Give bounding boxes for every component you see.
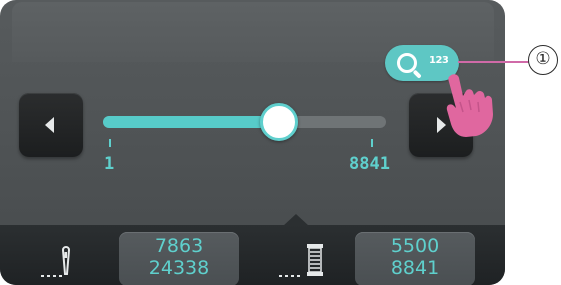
thread-current: 5500 <box>390 235 440 257</box>
thread-counter: 5500 8841 <box>355 232 475 285</box>
slider-min-tick <box>109 139 111 147</box>
slider-max-tick <box>371 139 373 147</box>
embroidery-screen: 1 8841 123 7863 24338 5500 8841 <box>0 0 505 285</box>
thread-spool-icon <box>279 244 323 277</box>
needle-icon <box>41 246 71 277</box>
slider-fill <box>103 116 280 128</box>
callout-marker: ① <box>528 45 558 75</box>
stitch-counter: 7863 24338 <box>119 232 239 285</box>
chevron-left-icon <box>45 117 54 133</box>
previous-button[interactable] <box>19 93 83 157</box>
number-123-icon: 123 <box>429 55 449 66</box>
pointing-hand-icon <box>446 74 493 137</box>
slider-max-label: 8841 <box>349 154 390 174</box>
stitch-total: 24338 <box>148 257 210 279</box>
slider-thumb[interactable] <box>260 103 299 141</box>
thread-total: 8841 <box>390 257 440 279</box>
stitch-slider[interactable] <box>103 103 386 141</box>
callout-line <box>458 61 530 63</box>
stitch-current: 7863 <box>154 235 204 257</box>
search-icon-handle <box>412 69 422 79</box>
slider-min-label: 1 <box>104 154 115 174</box>
